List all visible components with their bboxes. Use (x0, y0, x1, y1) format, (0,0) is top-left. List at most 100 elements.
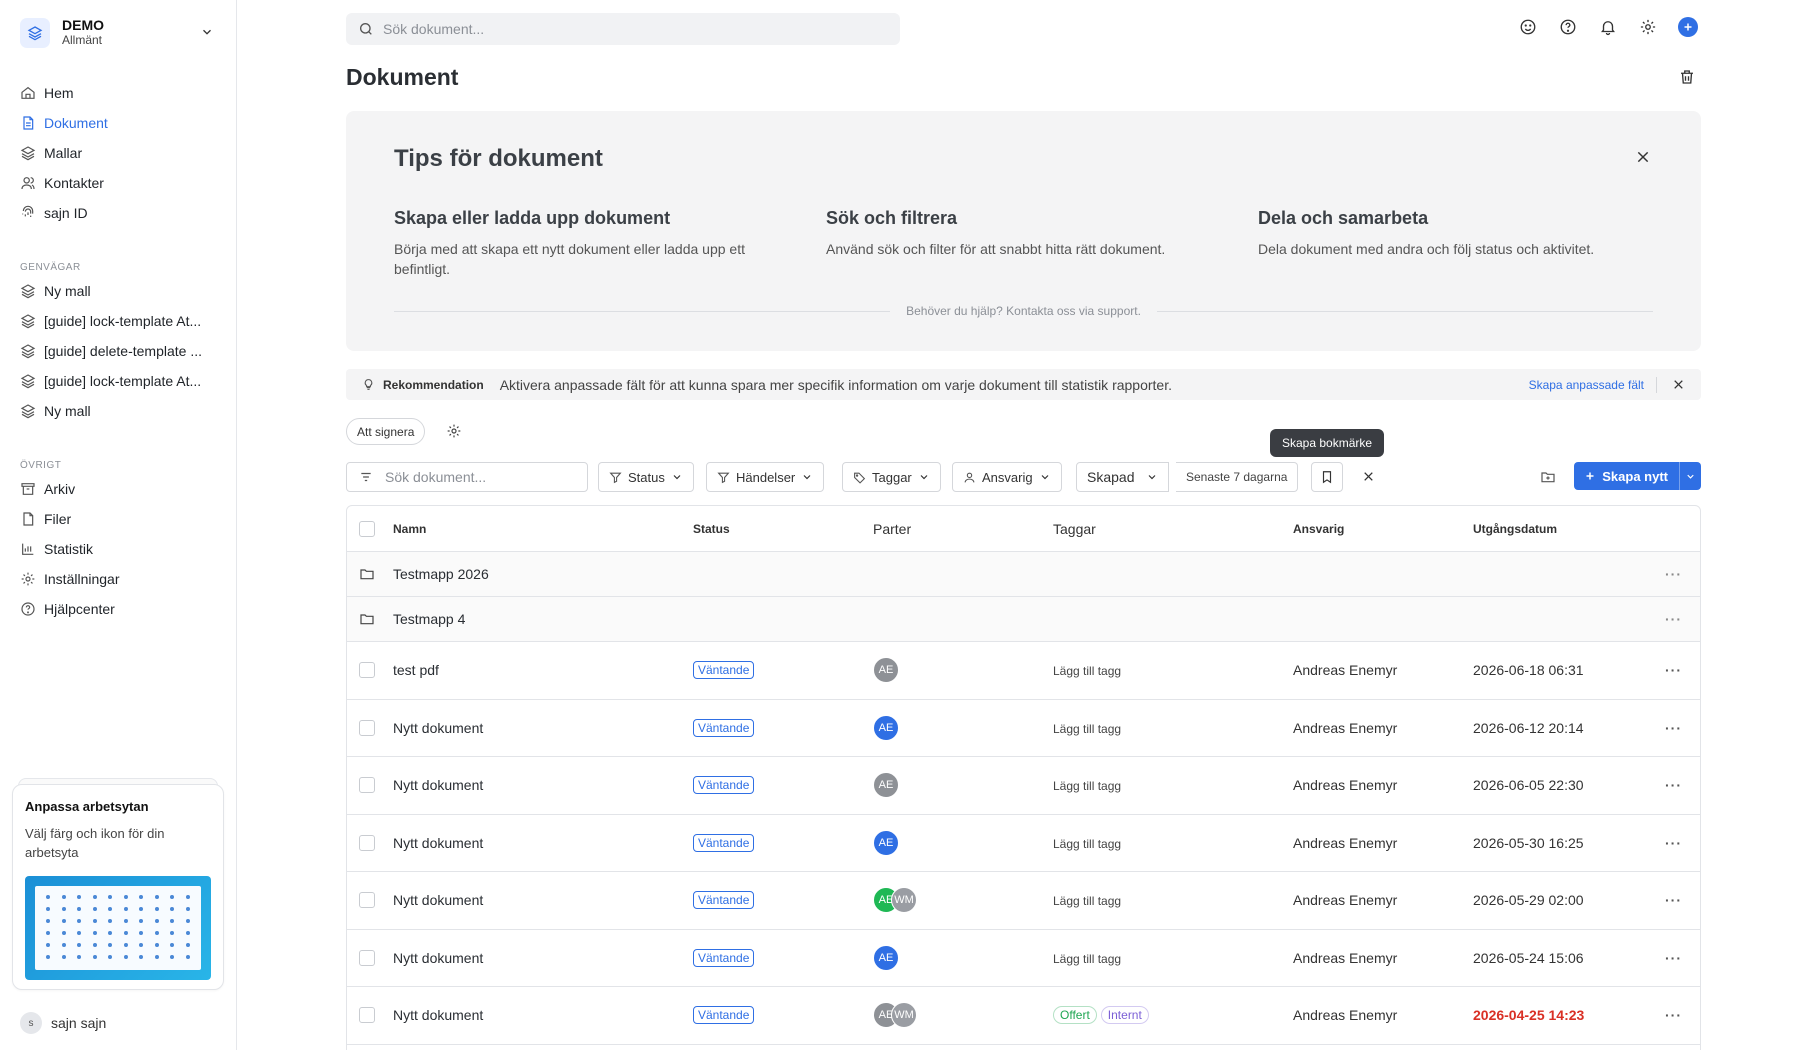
tag-chip[interactable]: Internt (1100, 1006, 1149, 1025)
gear-icon[interactable] (446, 423, 462, 442)
row-checkbox[interactable] (359, 777, 375, 794)
table-row[interactable]: Nytt dokument Väntande AE WM Lägg till tagg A… (347, 872, 1700, 930)
folder-name[interactable]: Testmapp 2026 (393, 566, 489, 582)
more-icon[interactable]: ··· (1665, 892, 1682, 908)
document-name[interactable]: test pdf (393, 662, 439, 678)
sidebar-item-ny-mall[interactable]: Ny mall (20, 276, 220, 306)
more-icon[interactable]: ··· (1665, 1007, 1682, 1023)
responsible-filter[interactable]: Ansvarig (952, 462, 1062, 492)
document-name[interactable]: Nytt dokument (393, 1007, 483, 1023)
folder-name[interactable]: Testmapp 4 (393, 611, 465, 627)
more-icon[interactable]: ··· (1665, 611, 1682, 627)
create-new-dropdown[interactable] (1679, 462, 1701, 490)
created-date-select[interactable]: Skapad (1076, 462, 1170, 492)
sidebar-item-statistik[interactable]: Statistik (20, 534, 220, 564)
table-row[interactable]: test pdf Väntande AE Lägg till tagg Andreas … (347, 642, 1700, 700)
document-search-input[interactable] (385, 469, 577, 485)
sidebar-item-dokument[interactable]: Dokument (20, 108, 220, 138)
sidebar-item-inst-llningar[interactable]: Inställningar (20, 564, 220, 594)
more-icon[interactable]: ··· (1665, 950, 1682, 966)
create-new-main[interactable]: Skapa nytt (1574, 462, 1679, 490)
more-icon[interactable]: ··· (1665, 777, 1682, 793)
tag-chip[interactable]: Offert (1053, 1006, 1097, 1025)
create-custom-fields-link[interactable]: Skapa anpassade fält (1529, 378, 1644, 392)
trash-icon[interactable] (1678, 68, 1696, 89)
clear-filters-icon[interactable] (1362, 470, 1375, 486)
header-parter[interactable]: Parter (873, 521, 911, 537)
global-search-input[interactable] (383, 21, 900, 37)
row-checkbox[interactable] (359, 719, 375, 736)
select-all-checkbox[interactable] (359, 520, 375, 537)
avatar[interactable]: AE (873, 829, 899, 856)
customize-workspace-card[interactable]: Anpassa arbetsytan Välj färg och ikon fö… (12, 784, 224, 990)
document-name[interactable]: Nytt dokument (393, 950, 483, 966)
sidebar-item-mallar[interactable]: Mallar (20, 138, 220, 168)
more-icon[interactable]: ··· (1665, 566, 1682, 582)
document-name[interactable]: Nytt dokument (393, 892, 483, 908)
avatar[interactable]: AE (873, 714, 899, 741)
add-tag-link[interactable]: Lägg till tagg (1053, 664, 1121, 678)
table-row[interactable]: Nytt dokument Väntande AE Lägg till tagg And… (347, 815, 1700, 872)
document-search[interactable] (346, 462, 588, 492)
document-name[interactable]: Nytt dokument (393, 720, 483, 736)
document-name[interactable]: Nytt dokument (393, 835, 483, 851)
events-filter[interactable]: Händelser (706, 462, 825, 492)
avatar[interactable]: WM (891, 1002, 917, 1029)
folder-row[interactable]: Testmapp 2026 ··· (347, 552, 1700, 597)
sidebar-item-ny-mall[interactable]: Ny mall (20, 396, 220, 426)
add-tag-link[interactable]: Lägg till tagg (1053, 952, 1121, 966)
bell-icon[interactable] (1598, 17, 1618, 37)
document-name[interactable]: Nytt dokument (393, 777, 483, 793)
header-expires[interactable]: Utgångsdatum (1473, 522, 1557, 536)
smiley-icon[interactable] (1518, 17, 1538, 37)
global-search[interactable] (346, 13, 900, 45)
tags-filter[interactable]: Taggar (842, 462, 941, 492)
table-row[interactable]: Nytt dokument Väntande AE Lägg till tagg And… (347, 700, 1700, 757)
plus-icon[interactable] (1678, 17, 1698, 37)
sidebar-item-guide-delete-template[interactable]: [guide] delete-template ... (20, 336, 220, 366)
chevron-down-icon[interactable] (200, 25, 214, 42)
status-filter[interactable]: Status (598, 462, 694, 492)
table-row[interactable]: Nytt dokument Väntande AE WM Offert Internt An… (347, 987, 1700, 1045)
sidebar-item-sajn-id[interactable]: sajn ID (20, 198, 220, 228)
folder-row[interactable]: Testmapp 4 ··· (347, 597, 1700, 642)
row-checkbox[interactable] (359, 834, 375, 851)
avatar[interactable]: AE (873, 657, 899, 684)
sidebar-item-filer[interactable]: Filer (20, 504, 220, 534)
header-status[interactable]: Status (693, 522, 730, 536)
sidebar-item-arkiv[interactable]: Arkiv (20, 474, 220, 504)
add-tag-link[interactable]: Lägg till tagg (1053, 722, 1121, 736)
header-name[interactable]: Namn (393, 522, 426, 536)
row-checkbox[interactable] (359, 892, 375, 909)
row-checkbox[interactable] (359, 1007, 375, 1024)
sidebar-item-guide-lock-template-at[interactable]: [guide] lock-template At... (20, 366, 220, 396)
avatar[interactable]: AE (873, 944, 899, 971)
table-row[interactable]: Nytt dokument Väntande AE Lägg till tagg And… (347, 757, 1700, 815)
header-responsible[interactable]: Ansvarig (1293, 522, 1344, 536)
more-icon[interactable]: ··· (1665, 835, 1682, 851)
sidebar-item-hem[interactable]: Hem (20, 78, 220, 108)
sidebar-item-kontakter[interactable]: Kontakter (20, 168, 220, 198)
help-text[interactable]: Behöver du hjälp? Kontakta oss via suppo… (890, 304, 1157, 318)
bookmark-button[interactable] (1311, 462, 1343, 492)
help-icon[interactable] (1558, 17, 1578, 37)
more-icon[interactable]: ··· (1665, 720, 1682, 736)
add-tag-link[interactable]: Lägg till tagg (1053, 894, 1121, 908)
close-icon[interactable] (1672, 378, 1685, 391)
add-tag-link[interactable]: Lägg till tagg (1053, 779, 1121, 793)
add-tag-link[interactable]: Lägg till tagg (1053, 837, 1121, 851)
user-menu[interactable]: s sajn sajn (20, 1012, 106, 1034)
new-folder-icon[interactable] (1540, 469, 1556, 488)
workspace-switcher[interactable]: DEMO Allmänt (20, 16, 220, 50)
header-tags[interactable]: Taggar (1053, 521, 1096, 537)
close-icon[interactable] (1635, 149, 1651, 168)
gear-icon[interactable] (1638, 17, 1658, 37)
sidebar-item-guide-lock-template-at[interactable]: [guide] lock-template At... (20, 306, 220, 336)
date-range-select[interactable]: Senaste 7 dagarna (1176, 462, 1299, 492)
row-checkbox[interactable] (359, 662, 375, 679)
avatar[interactable]: WM (891, 887, 917, 914)
avatar[interactable]: AE (873, 772, 899, 799)
saved-view-chip[interactable]: Att signera (346, 418, 426, 445)
sidebar-item-hj-lpcenter[interactable]: Hjälpcenter (20, 594, 220, 624)
more-icon[interactable]: ··· (1665, 662, 1682, 678)
